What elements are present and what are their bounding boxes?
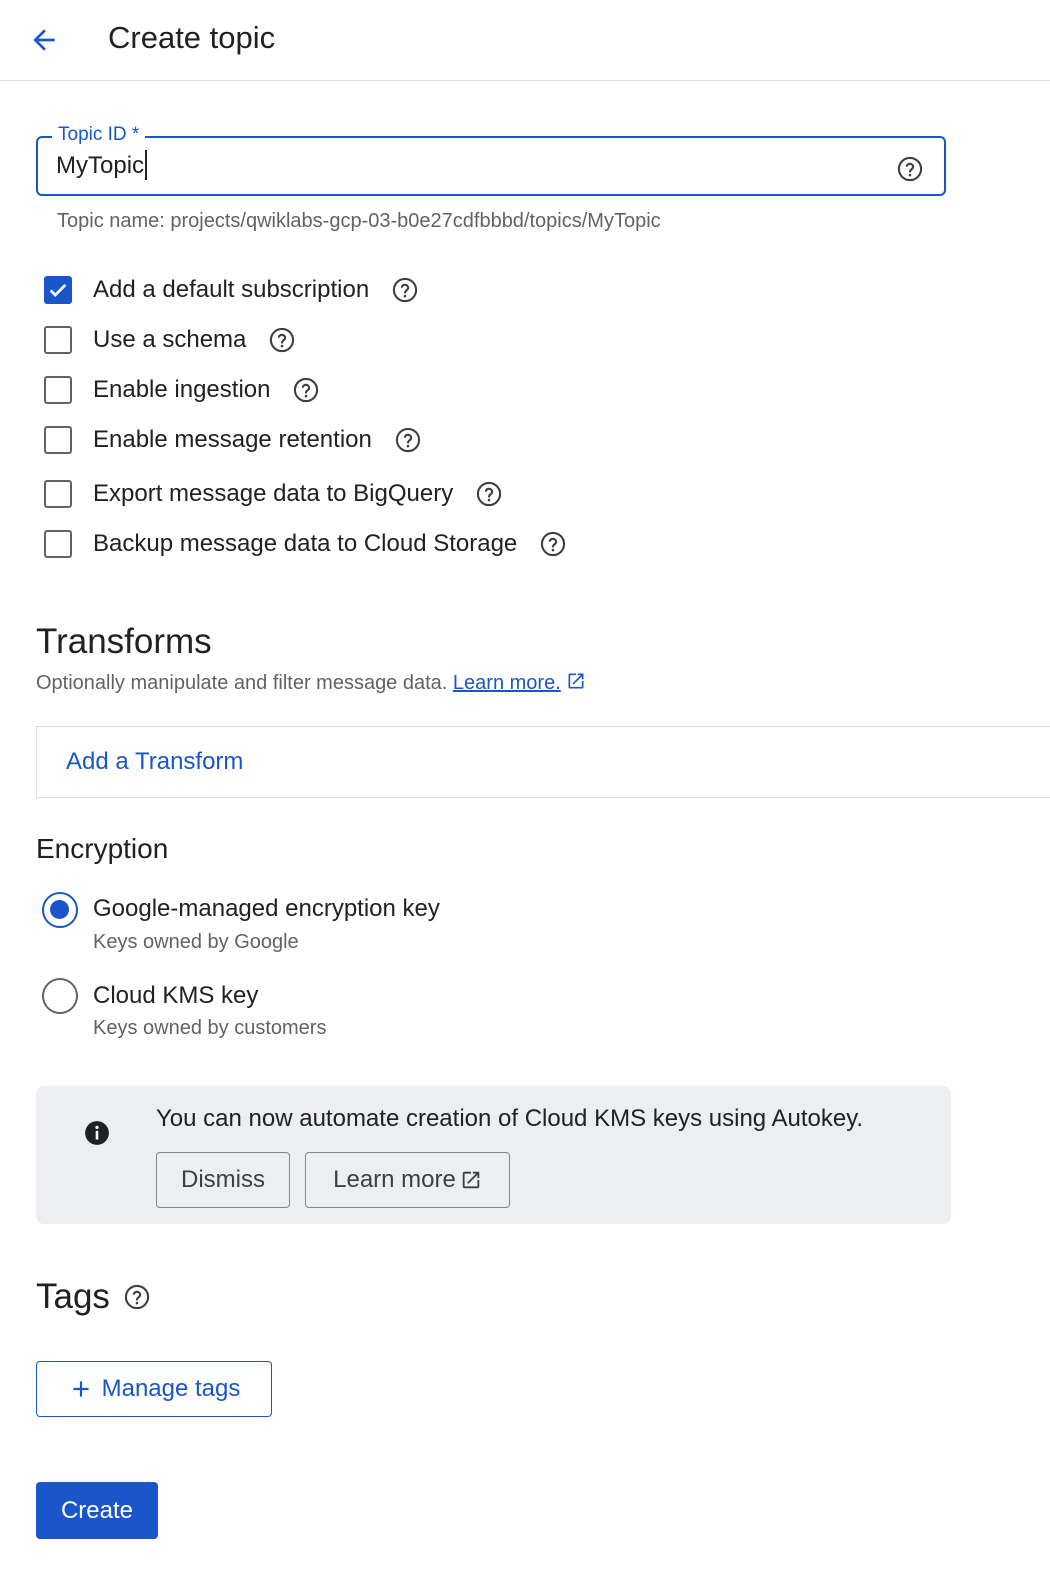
plus-icon: [73, 1381, 89, 1397]
option-label: Enable ingestion: [93, 376, 271, 403]
topic-id-label: Topic ID *: [52, 123, 146, 147]
topic-id-input[interactable]: [36, 136, 946, 196]
option-label: Enable message retention: [93, 426, 372, 453]
checkbox-enable-ingestion[interactable]: [44, 376, 72, 404]
checkbox-backup-cloud-storage[interactable]: [44, 530, 72, 558]
checkbox-export-bigquery[interactable]: [44, 480, 72, 508]
topic-name-helper: Topic name: projects/qwiklabs-gcp-03-b0e…: [57, 210, 661, 232]
info-icon: [84, 1120, 110, 1151]
option-backup-cloud-storage[interactable]: Backup message data to Cloud Storage: [44, 527, 567, 561]
checkbox-message-retention[interactable]: [44, 426, 72, 454]
google-managed-key-label: Google-managed encryption key: [93, 895, 440, 922]
radio-google-managed-key[interactable]: [42, 892, 78, 928]
checkbox-use-schema[interactable]: [44, 326, 72, 354]
google-managed-key-sublabel: Keys owned by Google: [93, 931, 299, 953]
help-circle-icon[interactable]: [896, 154, 924, 182]
topic-id-value[interactable]: MyTopic: [56, 150, 148, 180]
add-transform-button[interactable]: Add a Transform: [66, 745, 243, 779]
option-label: Backup message data to Cloud Storage: [93, 530, 518, 557]
tags-title: Tags: [36, 1277, 110, 1316]
transforms-description: Optionally manipulate and filter message…: [36, 669, 586, 697]
open-in-new-icon: [568, 673, 584, 689]
help-circle-icon[interactable]: [539, 530, 567, 558]
manage-tags-label: Manage tags: [101, 1375, 241, 1402]
option-label: Add a default subscription: [93, 276, 370, 303]
help-circle-icon[interactable]: [391, 276, 419, 304]
option-message-retention[interactable]: Enable message retention: [44, 423, 422, 457]
autokey-message: You can now automate creation of Cloud K…: [156, 1105, 864, 1132]
learn-more-button-label: Learn more: [333, 1166, 456, 1193]
option-label: Export message data to BigQuery: [93, 480, 454, 507]
open-in-new-icon: [462, 1171, 480, 1189]
check-icon: [49, 283, 67, 297]
option-use-schema[interactable]: Use a schema: [44, 323, 296, 357]
radio-cloud-kms-key[interactable]: [42, 978, 78, 1014]
dismiss-button[interactable]: Dismiss: [156, 1152, 290, 1208]
back-button[interactable]: [22, 18, 66, 62]
option-enable-ingestion[interactable]: Enable ingestion: [44, 373, 320, 407]
option-default-subscription[interactable]: Add a default subscription: [44, 273, 419, 307]
transforms-description-text: Optionally manipulate and filter message…: [36, 672, 448, 694]
arrow-back-icon: [33, 29, 55, 51]
page-header: Create topic: [0, 0, 1050, 81]
option-label: Use a schema: [93, 326, 247, 353]
help-circle-icon[interactable]: [268, 326, 296, 354]
transforms-title: Transforms: [36, 622, 212, 661]
help-circle-icon[interactable]: [475, 480, 503, 508]
learn-more-link[interactable]: Learn more.: [453, 672, 561, 694]
checkbox-default-subscription[interactable]: [44, 276, 72, 304]
dismiss-button-label: Dismiss: [181, 1166, 265, 1193]
cloud-kms-key-label: Cloud KMS key: [93, 982, 259, 1009]
page-title: Create topic: [108, 20, 276, 55]
help-circle-icon[interactable]: [292, 376, 320, 404]
cloud-kms-key-sublabel: Keys owned by customers: [93, 1017, 327, 1039]
encryption-title: Encryption: [36, 833, 169, 864]
create-button[interactable]: Create: [36, 1482, 158, 1539]
help-circle-icon[interactable]: [123, 1283, 151, 1311]
help-circle-icon[interactable]: [394, 426, 422, 454]
option-export-bigquery[interactable]: Export message data to BigQuery: [44, 477, 503, 511]
learn-more-button[interactable]: Learn more: [305, 1152, 510, 1208]
create-button-label: Create: [60, 1496, 134, 1524]
manage-tags-button[interactable]: Manage tags: [36, 1361, 272, 1417]
